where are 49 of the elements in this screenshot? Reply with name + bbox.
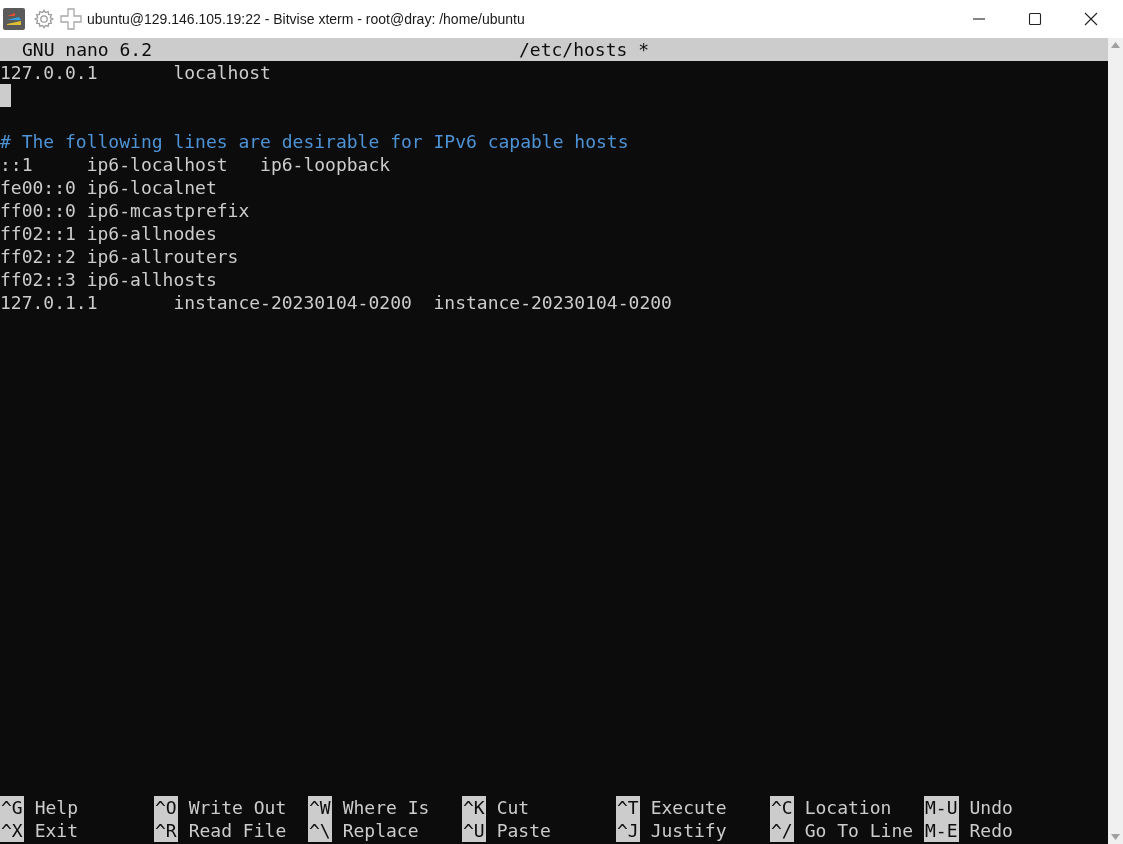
text-cursor xyxy=(0,84,11,107)
shortcut-label: Justify xyxy=(650,819,727,842)
shortcut-label: Go To Line xyxy=(804,819,914,842)
text-line: 127.0.0.1 localhost xyxy=(0,62,271,83)
shortcut-label: Redo xyxy=(969,819,1013,842)
shortcut-label: Write Out xyxy=(188,796,287,819)
shortcut-label: Undo xyxy=(969,796,1013,819)
shortcut-label: Replace xyxy=(342,819,419,842)
close-icon xyxy=(1084,12,1098,26)
text-line: ff02::3 ip6-allhosts xyxy=(0,269,217,290)
shortcut-key: ^J xyxy=(616,819,640,842)
text-line: ::1 ip6-localhost ip6-loopback xyxy=(0,154,391,175)
shortcut-label: Read File xyxy=(188,819,287,842)
shortcut-label: Paste xyxy=(496,819,551,842)
shortcut-key: ^K xyxy=(462,796,486,819)
text-line: ff02::2 ip6-allrouters xyxy=(0,246,239,267)
comment-line: # The following lines are desirable for IPv6 capable hosts xyxy=(0,131,629,152)
shortcut-key: ^/ xyxy=(770,819,794,842)
shortcut-key: ^U xyxy=(462,819,486,842)
text-line: fe00::0 ip6-localnet xyxy=(0,177,217,198)
gear-icon[interactable] xyxy=(33,8,55,30)
file-name: /etc/hosts * xyxy=(518,38,649,61)
editor-version: GNU nano 6.2 xyxy=(21,38,153,61)
scrollbar[interactable] xyxy=(1108,38,1123,844)
maximize-icon xyxy=(1028,12,1042,26)
shortcut-key: M-U xyxy=(924,796,959,819)
text-line: 127.0.1.1 instance-20230104-0200 instance-20230104-0200 xyxy=(0,292,672,313)
shortcut-label: Exit xyxy=(34,819,79,842)
scroll-up-icon[interactable] xyxy=(1111,42,1120,48)
shortcut-key: ^W xyxy=(308,796,332,819)
shortcut-key: ^O xyxy=(154,796,178,819)
shortcut-key: ^T xyxy=(616,796,640,819)
plus-icon[interactable] xyxy=(60,8,82,30)
shortcut-key: ^G xyxy=(0,796,24,819)
text-line: ff00::0 ip6-mcastprefix xyxy=(0,200,250,221)
shortcut-label: Execute xyxy=(650,796,727,819)
shortcut-key: ^C xyxy=(770,796,794,819)
shortcut-label: Help xyxy=(34,796,79,819)
shortcut-label: Where Is xyxy=(342,796,430,819)
text-line: ff02::1 ip6-allnodes xyxy=(0,223,217,244)
shortcut-label: Location xyxy=(804,796,892,819)
shortcut-key: ^X xyxy=(0,819,24,842)
shortcut-key: ^\ xyxy=(308,819,332,842)
shortcut-key: M-E xyxy=(924,819,959,842)
shortcut-key: ^R xyxy=(154,819,178,842)
window-title: ubuntu@129.146.105.19:22 - Bitvise xterm - root@dray: /home/ubuntu xyxy=(87,9,525,29)
app-icon[interactable] xyxy=(3,8,25,30)
scroll-down-icon[interactable] xyxy=(1111,834,1120,840)
shortcut-label: Cut xyxy=(496,796,530,819)
